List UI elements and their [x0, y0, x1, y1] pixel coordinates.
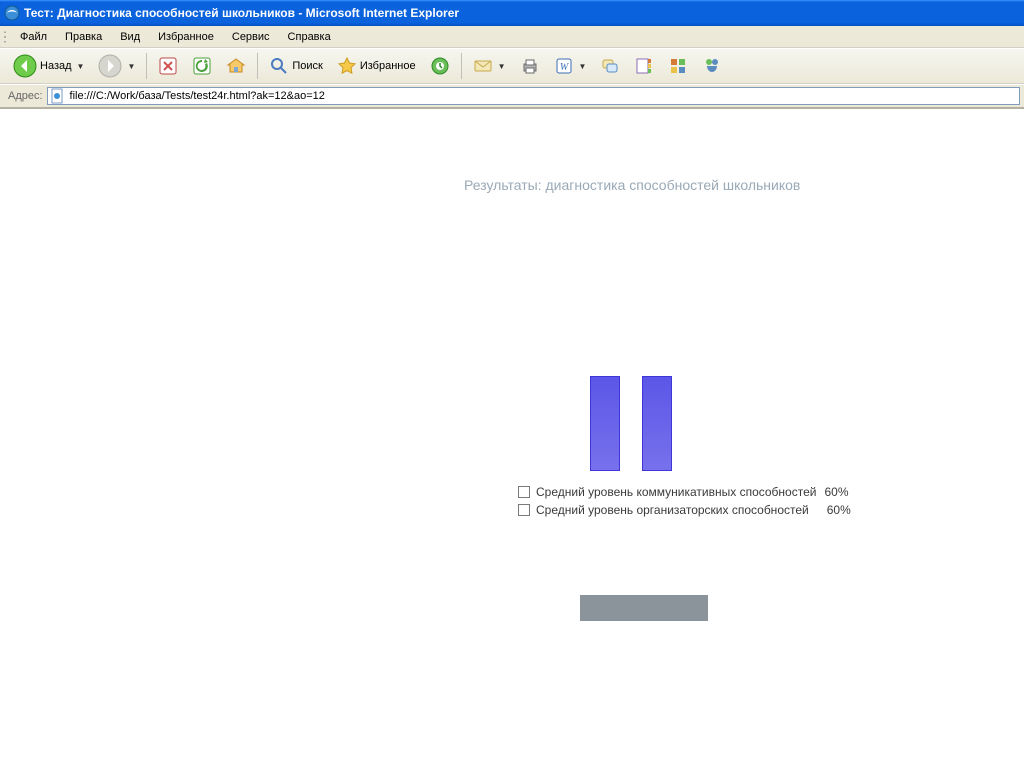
separator [146, 53, 147, 79]
result-label: Средний уровень организаторских способно… [536, 503, 809, 517]
history-button[interactable] [425, 53, 455, 79]
search-icon [269, 56, 289, 76]
onenote-icon [634, 56, 654, 76]
chevron-down-icon: ▼ [77, 62, 85, 71]
result-row: Средний уровень организаторских способно… [518, 501, 851, 519]
result-row: Средний уровень коммуникативных способно… [518, 483, 851, 501]
stop-button[interactable] [153, 53, 183, 79]
back-button[interactable]: Назад ▼ [8, 51, 89, 81]
result-label: Средний уровень коммуникативных способно… [536, 485, 816, 499]
print-icon [520, 56, 540, 76]
address-value: file:///C:/Work/база/Tests/test24r.html?… [70, 90, 325, 102]
edit-button[interactable]: W ▼ [549, 53, 592, 79]
results-list: Средний уровень коммуникативных способно… [518, 483, 851, 519]
menu-edit[interactable]: Правка [57, 29, 110, 45]
search-button[interactable]: Поиск [264, 53, 327, 79]
refresh-button[interactable] [187, 53, 217, 79]
checkbox-icon[interactable] [518, 486, 530, 498]
home-button[interactable] [221, 53, 251, 79]
checkbox-icon[interactable] [518, 504, 530, 516]
menu-favorites[interactable]: Избранное [150, 29, 222, 45]
blocks-icon [668, 56, 688, 76]
chevron-down-icon: ▼ [498, 62, 506, 71]
forward-arrow-icon [98, 54, 122, 78]
back-label: Назад [40, 60, 72, 72]
discuss-icon [600, 56, 620, 76]
print-button[interactable] [515, 53, 545, 79]
window-titlebar: Тест: Диагностика способностей школьнико… [0, 0, 1024, 26]
page-title: Результаты: диагностика способностей шко… [464, 177, 800, 193]
action-button[interactable] [580, 595, 708, 621]
separator [257, 53, 258, 79]
menu-view[interactable]: Вид [112, 29, 148, 45]
refresh-icon [192, 56, 212, 76]
result-pct: 60% [827, 503, 851, 517]
stop-icon [158, 56, 178, 76]
result-pct: 60% [824, 485, 848, 499]
bar-organizational [642, 376, 672, 471]
content-area: Результаты: диагностика способностей шко… [0, 108, 1024, 768]
search-label: Поиск [292, 60, 322, 72]
menu-file[interactable]: Файл [12, 29, 55, 45]
grip-icon [2, 29, 8, 45]
bar-chart [590, 313, 700, 471]
favorites-label: Избранное [360, 60, 416, 72]
toolbar: Назад ▼ ▼ Поиск Избранное [0, 48, 1024, 84]
research-button[interactable] [629, 53, 659, 79]
menu-help[interactable]: Справка [280, 29, 339, 45]
theme-button[interactable] [663, 53, 693, 79]
page-icon [50, 88, 66, 104]
home-icon [226, 56, 246, 76]
page: Результаты: диагностика способностей шко… [4, 109, 1024, 768]
messenger-icon [702, 56, 722, 76]
word-icon: W [554, 56, 574, 76]
mail-button[interactable]: ▼ [468, 53, 511, 79]
favorites-button[interactable]: Избранное [332, 53, 421, 79]
messenger-button[interactable] [697, 53, 727, 79]
chevron-down-icon: ▼ [579, 62, 587, 71]
mail-icon [473, 56, 493, 76]
window-title: Тест: Диагностика способностей школьнико… [24, 6, 459, 20]
ie-icon [4, 5, 20, 21]
menubar: Файл Правка Вид Избранное Сервис Справка [0, 26, 1024, 48]
address-label: Адрес: [8, 90, 43, 102]
chevron-down-icon: ▼ [127, 62, 135, 71]
address-input[interactable]: file:///C:/Work/база/Tests/test24r.html?… [47, 87, 1020, 105]
back-arrow-icon [13, 54, 37, 78]
bar-communicative [590, 376, 620, 471]
address-bar: Адрес: file:///C:/Work/база/Tests/test24… [0, 84, 1024, 108]
forward-button[interactable]: ▼ [93, 51, 140, 81]
history-icon [430, 56, 450, 76]
separator [461, 53, 462, 79]
menu-tools[interactable]: Сервис [224, 29, 278, 45]
discuss-button[interactable] [595, 53, 625, 79]
star-icon [337, 56, 357, 76]
